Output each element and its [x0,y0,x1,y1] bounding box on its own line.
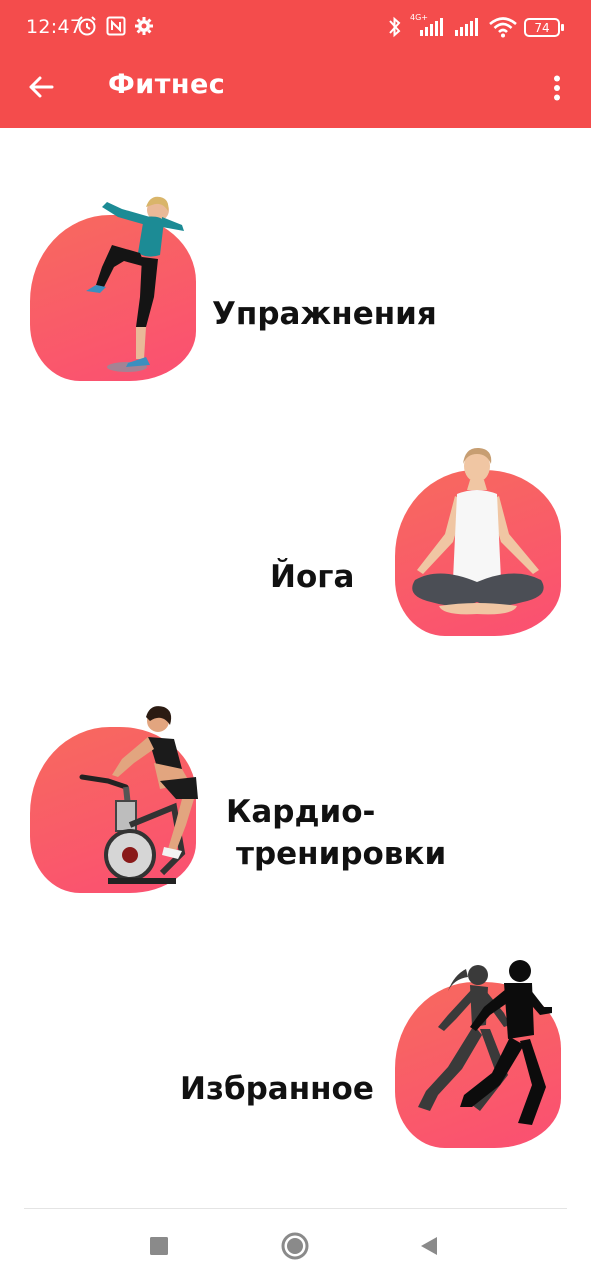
category-card-yoga[interactable]: Йога [0,440,591,670]
category-card-favorites[interactable]: Избранное [0,950,591,1180]
signal-icon [455,18,478,36]
status-bar: 12:47 4G+ 74 [0,0,591,56]
triangle-back-icon [421,1237,437,1255]
category-card-exercises[interactable]: Упражнения [0,185,591,415]
back-button[interactable] [18,64,64,110]
nav-divider [24,1208,567,1209]
category-label: Упражнения [212,296,437,332]
status-time: 12:47 [26,16,83,38]
app-bar: Фитнес [0,56,591,128]
nav-back-button[interactable] [409,1226,449,1266]
page-title: Фитнес [108,69,226,100]
category-label: Йога [270,559,355,595]
alarm-icon [78,16,96,36]
circle-icon [281,1232,309,1260]
nfc-icon [106,16,126,36]
bluetooth-icon [389,16,401,38]
more-options-button[interactable] [540,68,574,108]
settings-icon [135,17,153,35]
woman-cycling-illustration [79,706,198,884]
woman-exercise-illustration [86,196,184,372]
category-label: Избранное [180,1071,374,1107]
battery-level: 74 [534,20,550,35]
category-card-cardio[interactable]: Кардио- тренировки [0,695,591,925]
square-icon [150,1237,168,1255]
arrow-back-icon [29,76,54,98]
nav-home-button[interactable] [275,1226,315,1266]
app-header: 12:47 4G+ 74 Фитнес [0,0,591,128]
category-label-line2: тренировки [236,836,447,872]
signal-icon [420,18,443,36]
nav-recents-button[interactable] [139,1226,179,1266]
battery-tip [561,24,564,31]
battery-icon: 74 [524,18,560,37]
more-vert-icon [554,75,560,101]
runners-silhouette-illustration [418,960,552,1125]
wifi-icon [489,17,517,38]
woman-yoga-illustration [412,447,544,615]
